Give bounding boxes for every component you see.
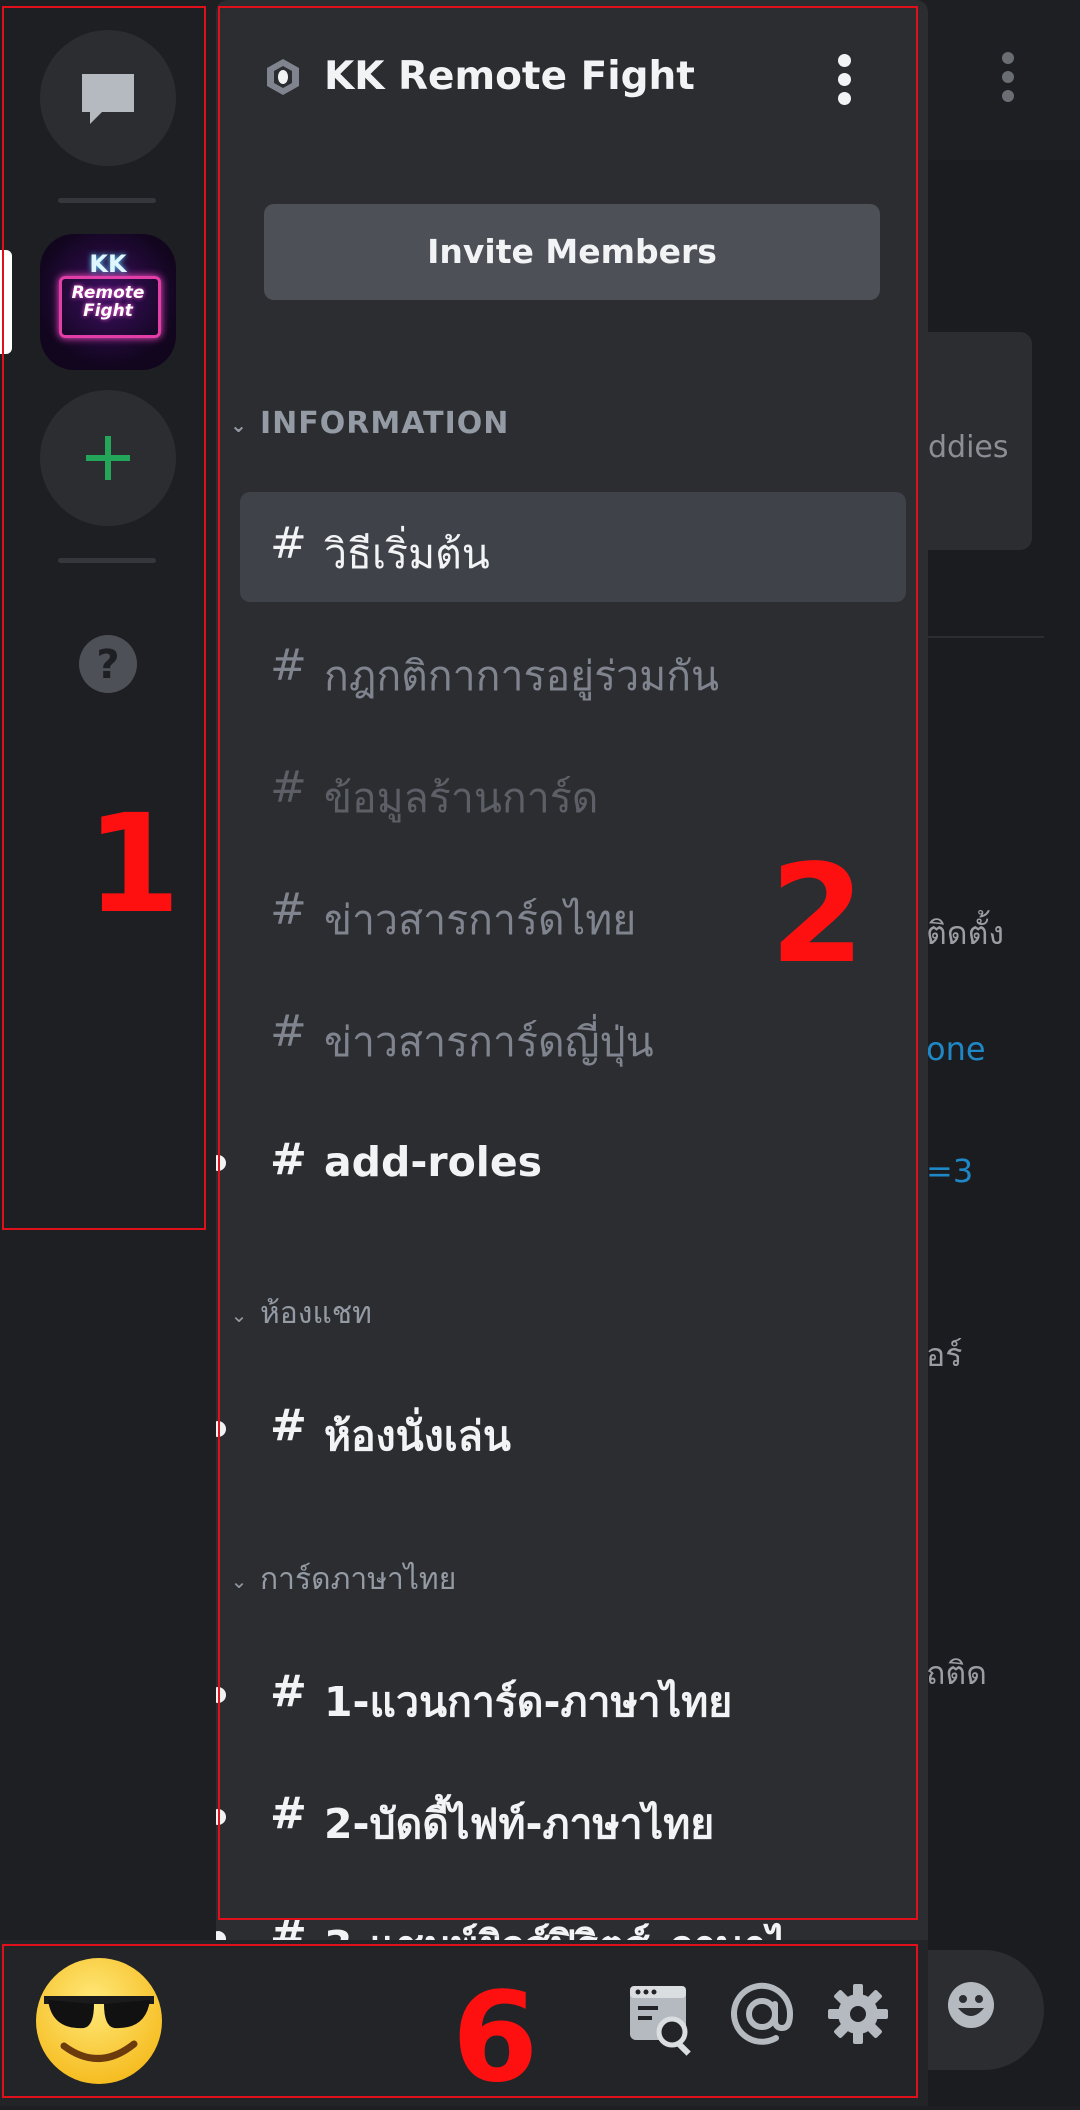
- chat-more-icon[interactable]: [1002, 52, 1014, 112]
- background-divider: [928, 636, 1044, 638]
- background-chat-line: อร์: [926, 1336, 963, 1374]
- unread-indicator: [216, 1931, 226, 1940]
- annotation-number: 2: [770, 836, 865, 994]
- annotation-box-rail: [2, 6, 206, 1230]
- background-chat-line: ติดตั้ง: [926, 914, 1004, 952]
- background-chat-link[interactable]: =3: [926, 1152, 973, 1190]
- background-chat-link[interactable]: one: [926, 1030, 986, 1068]
- background-welcome-card: ddies: [928, 332, 1032, 550]
- emoji-icon: [948, 1982, 994, 2028]
- annotation-number: 6: [452, 1966, 539, 2110]
- background-card-text: ddies: [928, 430, 1009, 465]
- background-chat-line: ถติด: [926, 1654, 987, 1692]
- chat-emoji-button[interactable]: [928, 1950, 1044, 2070]
- annotation-number: 1: [86, 786, 181, 944]
